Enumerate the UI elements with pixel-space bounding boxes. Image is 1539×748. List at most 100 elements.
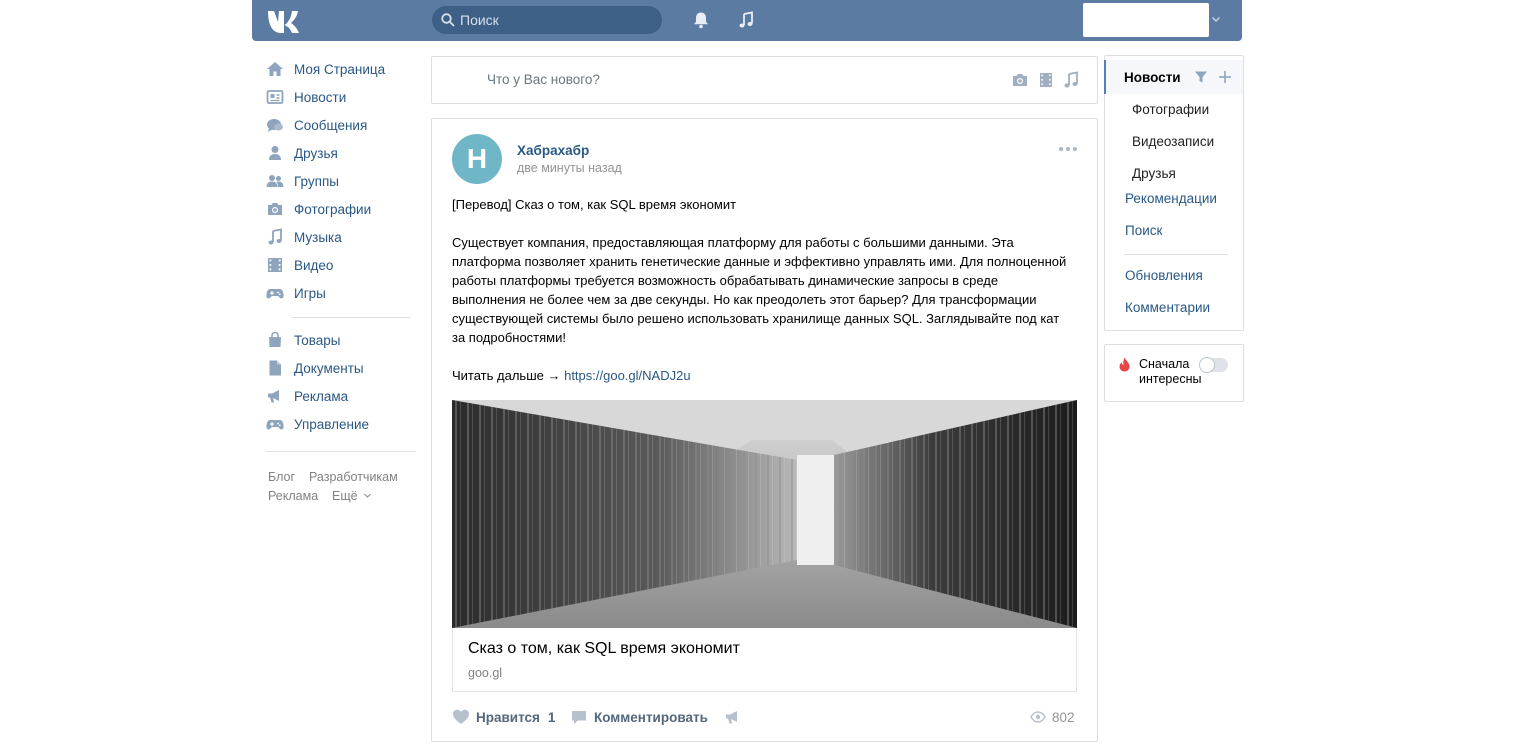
post-timestamp[interactable]: две минуты назад [517,161,622,175]
menu-item-videos[interactable]: Видеозаписи [1132,134,1214,149]
sidebar-item-friends[interactable]: Друзья [266,142,338,164]
comment-label: Комментировать [594,709,708,725]
sidebar-item-documents[interactable]: Документы [266,357,364,379]
bag-icon [269,331,281,347]
sidebar-item-management[interactable]: Управление [266,413,369,435]
fire-icon [1119,357,1130,372]
video-icon[interactable] [1037,71,1055,89]
sidebar-item-label: Моя Страница [294,61,386,77]
menu-item-recommendations[interactable]: Рекомендации [1125,191,1217,206]
views-counter: 802 [1030,707,1075,727]
menu-item-comments[interactable]: Комментарии [1125,300,1210,315]
sidebar-item-label: Видео [294,257,334,273]
sidebar-item-label: Товары [294,332,341,348]
gamepad-icon [266,420,284,430]
sidebar-item-music[interactable]: Музыка [266,226,342,248]
menu-item-news-label[interactable]: Новости [1124,70,1181,85]
filter-icon[interactable] [1194,70,1208,84]
menu-item-friends[interactable]: Друзья [1132,166,1176,181]
menu-item-search[interactable]: Поиск [1125,223,1162,238]
menu-item-updates[interactable]: Обновления [1125,268,1203,283]
post-body: Существует компания, предоставляющая пла… [452,235,1067,345]
interesting-first-label: Сначала интересные [1139,357,1201,386]
heart-icon [453,709,469,724]
read-more-label: Читать дальше → [452,368,561,383]
sidebar-item-label: Группы [294,173,339,189]
post-preview-image[interactable] [452,400,1077,628]
comment-icon [572,711,586,724]
chevron-down-icon [364,493,371,498]
footer-link-developers[interactable]: Разработчикам [309,470,398,484]
post-read-more: Читать дальше → https://goo.gl/NADJ2u [452,366,1072,385]
post-link[interactable]: https://goo.gl/NADJ2u [564,368,690,383]
sidebar-item-label: Реклама [294,388,349,404]
like-count: 1 [547,709,556,725]
music-icon [268,228,282,245]
sidebar-item-groups[interactable]: Группы [266,170,339,192]
post-author-link[interactable]: Хабрахабр [517,143,589,158]
camera-icon [268,203,282,215]
music-icon[interactable] [1062,71,1080,89]
toggle-knob [1199,357,1215,373]
composer-placeholder: Что у Вас нового? [487,72,600,87]
sidebar-item-video[interactable]: Видео [266,254,333,276]
news-icon [266,90,284,104]
sidebar-item-news[interactable]: Новости [266,86,346,108]
search-placeholder: Поиск [460,12,499,28]
link-card[interactable]: Сказ о том, как SQL время экономит goo.g… [452,628,1077,692]
sidebar-item-games[interactable]: Игры [266,282,326,304]
comment-button[interactable]: Комментировать [570,707,708,727]
footer-link-more[interactable]: Ещё [332,489,372,503]
link-card-domain: goo.gl [468,666,503,680]
sidebar-item-label: Документы [294,360,364,376]
eye-icon [1030,711,1046,723]
sidebar-item-messages[interactable]: Сообщения [266,114,367,136]
sidebar-item-label: Фотографии [294,201,372,217]
like-label: Нравится [476,709,540,725]
user-profile-button[interactable] [1083,3,1209,37]
more-options-icon[interactable] [1058,145,1078,153]
news-post: H Хабрахабр две минуты назад [Перевод] С… [431,118,1098,742]
top-header: Поиск [252,0,1242,41]
link-card-title[interactable]: Сказ о том, как SQL время экономит [468,640,740,658]
share-button[interactable] [724,707,748,727]
footer-link-blog[interactable]: Блог [268,470,295,484]
messages-icon [267,119,283,132]
sidebar-item-label: Сообщения [294,117,368,133]
search-input[interactable]: Поиск [432,6,662,34]
video-icon [268,258,282,272]
sidebar-item-photos[interactable]: Фотографии [266,198,371,220]
menu-item-photos[interactable]: Фотографии [1132,102,1209,117]
home-icon [267,62,283,76]
sidebar-item-goods[interactable]: Товары [266,329,340,351]
sidebar-item-my-page[interactable]: Моя Страница [266,58,385,80]
vk-logo-icon[interactable] [266,6,300,34]
music-note-icon[interactable] [737,11,755,29]
groups-icon [266,175,284,187]
sidebar-divider [292,317,410,318]
sidebar-item-ads[interactable]: Реклама [266,385,348,407]
interesting-first-toggle[interactable] [1199,357,1228,373]
avatar[interactable]: H [452,134,502,184]
friend-icon [269,146,281,160]
bell-icon[interactable] [692,11,710,29]
post-composer[interactable]: Что у Вас нового? [431,56,1098,104]
footer-link-ads[interactable]: Реклама [268,489,318,503]
document-icon [269,360,281,376]
sidebar-item-label: Новости [294,89,347,105]
like-button[interactable]: Нравится 1 [452,707,555,727]
camera-icon[interactable] [1011,71,1029,89]
sidebar-item-label: Игры [294,285,326,301]
plus-icon[interactable] [1218,70,1232,84]
gamepad-icon [266,289,284,299]
sidebar-item-label: Управление [294,416,370,432]
footer-more-label: Ещё [332,489,358,503]
menu-divider [1124,254,1228,255]
sidebar-item-label: Музыка [294,229,342,245]
chevron-down-icon[interactable] [1211,14,1221,24]
post-title-line: [Перевод] Сказ о том, как SQL время экон… [452,197,737,212]
megaphone-icon [268,390,279,403]
search-icon [441,13,455,27]
megaphone-icon [726,711,737,724]
views-count: 802 [1052,709,1075,725]
